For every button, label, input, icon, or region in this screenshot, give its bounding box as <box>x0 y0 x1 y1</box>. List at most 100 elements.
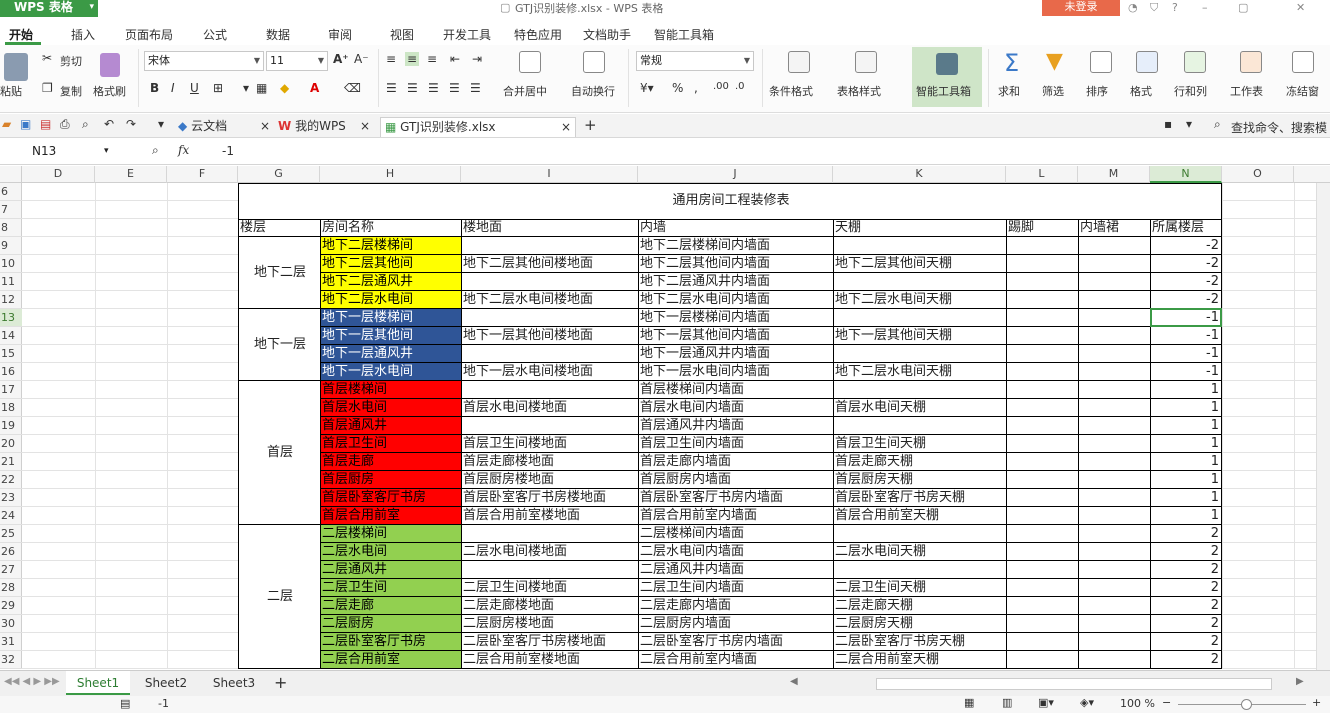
floor-finish-cell[interactable]: 二层卧室客厅书房楼地面 <box>461 633 638 651</box>
floor-finish-cell[interactable] <box>461 381 638 399</box>
floor-level-cell[interactable]: -1 <box>1150 363 1222 381</box>
ceiling-finish-cell[interactable]: 地下二层水电间天棚 <box>833 291 1006 309</box>
ceiling-finish-cell[interactable] <box>833 525 1006 543</box>
floor-finish-cell[interactable]: 首层卧室客厅书房楼地面 <box>461 489 638 507</box>
row-header-32[interactable]: 32 <box>0 651 22 669</box>
undo-icon[interactable]: ↶ <box>104 117 114 131</box>
ceiling-finish-cell[interactable] <box>833 417 1006 435</box>
floor-level-cell[interactable]: -1 <box>1150 327 1222 345</box>
normal-view-icon[interactable]: ▦ <box>964 696 974 709</box>
worksheet-icon[interactable] <box>1240 51 1262 73</box>
floor-level-cell[interactable]: 1 <box>1150 471 1222 489</box>
wall-finish-cell[interactable]: 二层通风井内墙面 <box>638 561 833 579</box>
floor-level-cell[interactable]: -2 <box>1150 291 1222 309</box>
room-name-cell[interactable]: 二层水电间 <box>320 543 461 561</box>
filter-icon[interactable]: ▼ <box>1046 49 1063 74</box>
floor-level-cell[interactable]: 2 <box>1150 579 1222 597</box>
floor-level-cell[interactable]: -2 <box>1150 255 1222 273</box>
row-header-18[interactable]: 18 <box>0 399 22 417</box>
room-name-cell[interactable]: 首层水电间 <box>320 399 461 417</box>
wall-finish-cell[interactable]: 二层走廊内墙面 <box>638 597 833 615</box>
print-icon[interactable]: ⎙ <box>60 117 70 132</box>
app-menu-button[interactable]: WPS 表格 ▾ <box>0 0 98 17</box>
floor-group-cell[interactable]: 地下一层 <box>238 336 320 354</box>
wall-finish-cell[interactable]: 地下一层其他间内墙面 <box>638 327 833 345</box>
ceiling-finish-cell[interactable] <box>833 345 1006 363</box>
wall-finish-cell[interactable]: 首层通风井内墙面 <box>638 417 833 435</box>
ceiling-finish-cell[interactable]: 二层卧室客厅书房天棚 <box>833 633 1006 651</box>
border-dropdown-icon[interactable]: ▾ <box>243 81 249 95</box>
floor-level-cell[interactable]: -1 <box>1150 345 1222 363</box>
indent-icon[interactable]: ⇤ <box>450 52 460 66</box>
outdent-icon[interactable]: ⇥ <box>472 52 482 66</box>
table-header-cell[interactable]: 房间名称 <box>320 219 461 237</box>
help-icon[interactable]: ? <box>1172 1 1178 14</box>
wall-finish-cell[interactable]: 二层卧室客厅书房内墙面 <box>638 633 833 651</box>
format-icon[interactable] <box>1136 51 1158 73</box>
row-header-9[interactable]: 9 <box>0 237 22 255</box>
room-name-cell[interactable]: 首层走廊 <box>320 453 461 471</box>
row-header-25[interactable]: 25 <box>0 525 22 543</box>
macro-icon[interactable]: ▤ <box>120 697 130 710</box>
sheet-tab-1[interactable]: Sheet1 <box>66 671 130 695</box>
filter-button[interactable]: 筛选 <box>1042 83 1064 99</box>
tab-smart-toolbox[interactable]: 智能工具箱 <box>654 26 714 43</box>
ceiling-finish-cell[interactable]: 首层合用前室天棚 <box>833 507 1006 525</box>
wall-finish-cell[interactable]: 地下二层其他间内墙面 <box>638 255 833 273</box>
add-sheet-icon[interactable]: + <box>274 673 287 692</box>
floor-finish-cell[interactable] <box>461 309 638 327</box>
floor-finish-cell[interactable]: 地下二层其他间楼地面 <box>461 255 638 273</box>
row-header-20[interactable]: 20 <box>0 435 22 453</box>
align-top-icon[interactable]: ≡ <box>386 52 396 66</box>
ceiling-finish-cell[interactable] <box>833 561 1006 579</box>
wall-finish-cell[interactable]: 地下二层水电间内墙面 <box>638 291 833 309</box>
wall-finish-cell[interactable]: 二层合用前室内墙面 <box>638 651 833 669</box>
row-header-29[interactable]: 29 <box>0 597 22 615</box>
floor-finish-cell[interactable] <box>461 417 638 435</box>
row-header-13[interactable]: 13 <box>0 309 22 327</box>
row-header-24[interactable]: 24 <box>0 507 22 525</box>
increase-decimal-icon[interactable]: .00 <box>713 81 729 92</box>
floor-group-cell[interactable]: 二层 <box>238 588 320 606</box>
tab-doc-assistant[interactable]: 文档助手 <box>583 26 631 43</box>
ceiling-finish-cell[interactable]: 二层合用前室天棚 <box>833 651 1006 669</box>
row-header-28[interactable]: 28 <box>0 579 22 597</box>
column-header-i[interactable]: I <box>461 166 638 183</box>
row-col-button[interactable]: 行和列 <box>1174 83 1207 99</box>
chevron-down-icon[interactable]: ▾ <box>158 117 164 131</box>
currency-icon[interactable]: ¥▾ <box>640 81 654 95</box>
scroll-right-icon[interactable]: ▶ <box>1296 676 1304 687</box>
border-icon[interactable]: ⊞ <box>213 81 223 95</box>
row-header-31[interactable]: 31 <box>0 633 22 651</box>
room-name-cell[interactable]: 首层卧室客厅书房 <box>320 489 461 507</box>
underline-icon[interactable]: U <box>190 81 199 95</box>
zoom-slider-thumb[interactable] <box>1241 699 1252 710</box>
login-button[interactable]: 未登录 <box>1042 0 1120 16</box>
zoom-in-icon[interactable]: + <box>1312 696 1321 709</box>
wall-finish-cell[interactable]: 首层卫生间内墙面 <box>638 435 833 453</box>
floor-finish-cell[interactable]: 地下一层水电间楼地面 <box>461 363 638 381</box>
floor-finish-cell[interactable]: 首层水电间楼地面 <box>461 399 638 417</box>
floor-finish-cell[interactable]: 地下一层其他间楼地面 <box>461 327 638 345</box>
row-header-16[interactable]: 16 <box>0 363 22 381</box>
floor-finish-cell[interactable] <box>461 561 638 579</box>
floor-finish-cell[interactable] <box>461 345 638 363</box>
distribute-icon[interactable]: ☰ <box>470 81 481 95</box>
floor-finish-cell[interactable]: 二层厨房楼地面 <box>461 615 638 633</box>
comma-icon[interactable]: , <box>694 81 698 95</box>
row-header-7[interactable]: 7 <box>0 201 22 219</box>
doc-tab-cloud[interactable]: ◆ 云文档 × <box>178 117 274 137</box>
column-header-m[interactable]: M <box>1078 166 1150 183</box>
room-name-cell[interactable]: 二层卧室客厅书房 <box>320 633 461 651</box>
grid-icon[interactable]: ▦ <box>256 81 267 95</box>
clear-format-icon[interactable]: ⌫ <box>344 81 361 95</box>
floor-level-cell[interactable]: 2 <box>1150 633 1222 651</box>
close-icon[interactable]: × <box>260 117 270 135</box>
italic-icon[interactable]: I <box>171 81 175 95</box>
floor-level-cell[interactable]: 1 <box>1150 399 1222 417</box>
wall-finish-cell[interactable]: 二层楼梯间内墙面 <box>638 525 833 543</box>
zoom-search-icon[interactable]: ⌕ <box>152 143 159 158</box>
floor-finish-cell[interactable] <box>461 237 638 255</box>
row-header-22[interactable]: 22 <box>0 471 22 489</box>
active-cell-outline[interactable] <box>1150 308 1222 327</box>
